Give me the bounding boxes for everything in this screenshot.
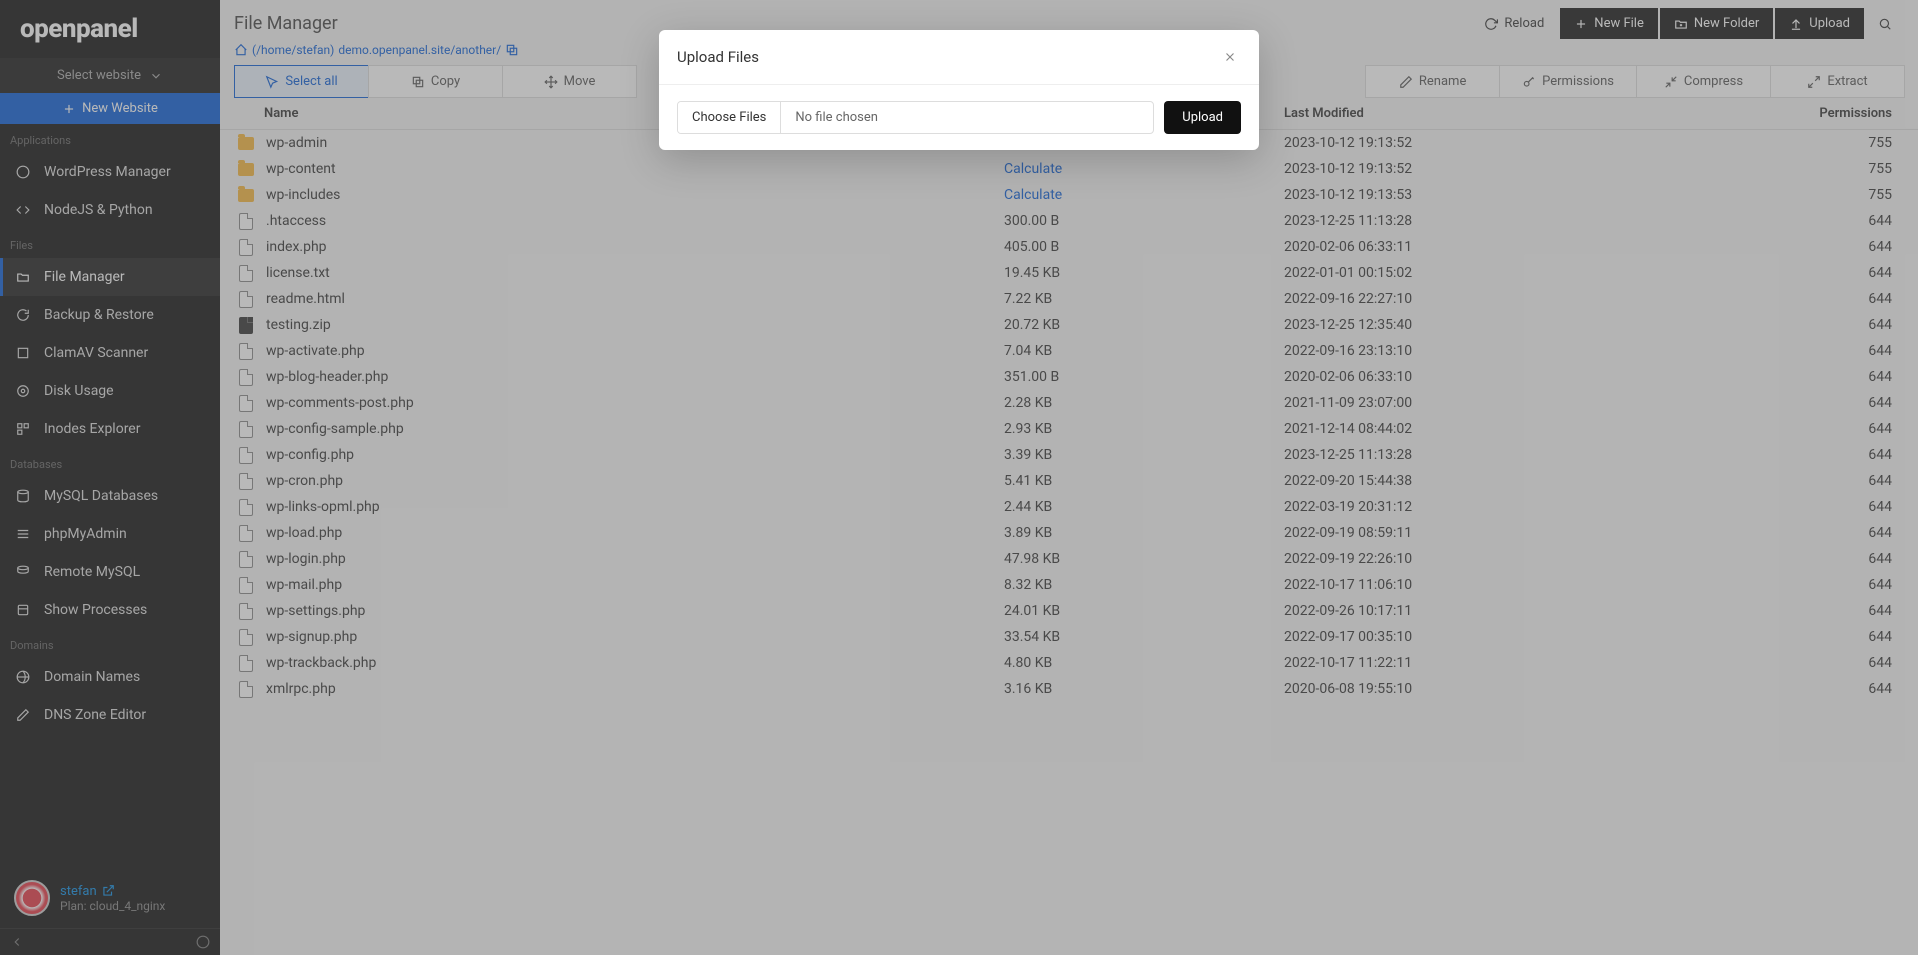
file-input-group[interactable]: Choose Files No file chosen [677, 101, 1154, 134]
choose-files-button[interactable]: Choose Files [678, 102, 781, 133]
upload-modal: Upload Files Choose Files No file chosen… [659, 30, 1259, 150]
modal-upload-button[interactable]: Upload [1164, 101, 1241, 134]
close-icon [1223, 50, 1237, 64]
file-chosen-text: No file chosen [781, 102, 1153, 133]
modal-close-button[interactable] [1219, 46, 1241, 68]
modal-title: Upload Files [677, 48, 759, 66]
modal-overlay[interactable]: Upload Files Choose Files No file chosen… [0, 0, 1918, 955]
